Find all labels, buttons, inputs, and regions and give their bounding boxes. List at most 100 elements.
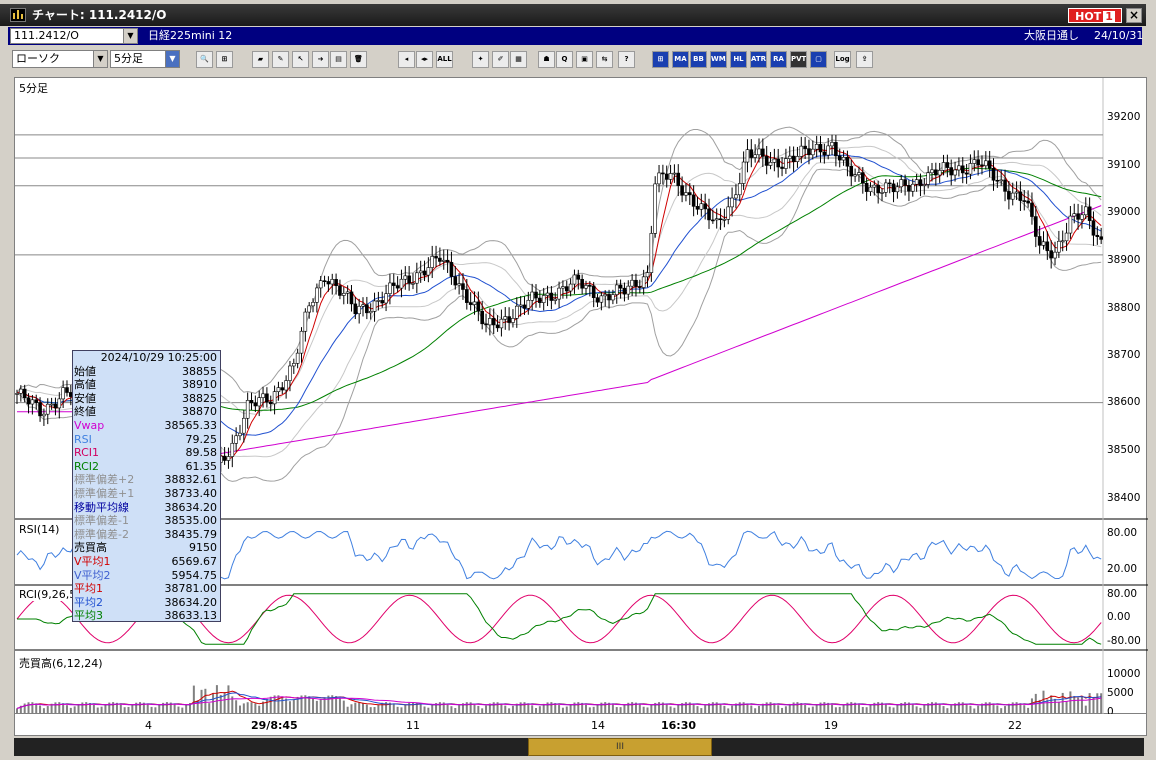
- box-icon[interactable]: ▢: [810, 51, 827, 68]
- volume-bar: [719, 703, 722, 714]
- volume-bar: [865, 707, 868, 714]
- arrow-icon[interactable]: ➜: [312, 51, 329, 68]
- help-icon[interactable]: ?: [618, 51, 635, 68]
- candle-body: [1064, 232, 1069, 242]
- export-icon[interactable]: ⇪: [856, 51, 873, 68]
- tooltip-key: 平均3: [74, 609, 103, 623]
- candle-body: [749, 149, 754, 158]
- volume-bar: [419, 704, 422, 714]
- tooltip-rows: 始値 38855 高値 38910 安値 38825 終値 38870 Vwap 38565.33…: [73, 365, 220, 623]
- ra-icon[interactable]: RA: [770, 51, 787, 68]
- bear-icon[interactable]: ☗: [538, 51, 555, 68]
- candle-body: [964, 172, 969, 175]
- time-scrollbar[interactable]: III: [14, 738, 1144, 756]
- candle-body: [803, 145, 807, 149]
- candle-body: [714, 218, 719, 221]
- volume-bar: [861, 706, 864, 714]
- candle-body: [649, 233, 654, 273]
- zoom-icon[interactable]: 🔍: [196, 51, 213, 68]
- y-tick-label: 5000: [1107, 687, 1134, 699]
- left-icon[interactable]: ◂: [398, 51, 415, 68]
- chevron-down-icon[interactable]: ▼: [165, 51, 179, 67]
- wma-icon[interactable]: WMA: [710, 51, 727, 68]
- erase-icon[interactable]: ✎: [272, 51, 289, 68]
- tooltip-value: 38910: [182, 378, 217, 392]
- candle-body: [984, 160, 988, 167]
- center-icon[interactable]: ◂▸: [416, 51, 433, 68]
- candle-body: [668, 173, 673, 180]
- title-bar[interactable]: チャート: 111.2412/O HOT 1 ×: [0, 4, 1146, 26]
- candle-body: [307, 305, 311, 313]
- candle-body: [580, 279, 584, 289]
- volume-bar: [258, 705, 261, 714]
- candle-body: [622, 287, 627, 295]
- atr-icon[interactable]: ATR: [750, 51, 767, 68]
- pointer-icon[interactable]: ↖: [292, 51, 309, 68]
- candle-body: [934, 169, 938, 176]
- hl-icon[interactable]: HL: [730, 51, 747, 68]
- candle-body: [1037, 236, 1042, 246]
- candle-body: [30, 399, 35, 405]
- cursor-icon[interactable]: ⊞: [216, 51, 233, 68]
- candle-body: [1014, 191, 1019, 194]
- tooltip-value: 38855: [182, 364, 217, 378]
- tooltip-value: 38832.61: [164, 473, 218, 487]
- candle-body: [687, 192, 692, 196]
- close-icon[interactable]: ×: [1126, 8, 1142, 23]
- ma-table-icon[interactable]: ⊞: [652, 51, 669, 68]
- volume-bar: [158, 704, 161, 714]
- candle-body: [722, 218, 727, 221]
- candle-body: [468, 302, 473, 305]
- settings-icon[interactable]: ✦: [472, 51, 489, 68]
- volume-bar: [292, 699, 295, 714]
- tooltip-key: 高値: [74, 378, 96, 392]
- tooltip-value: 38870: [182, 405, 217, 419]
- candle-body: [26, 397, 31, 405]
- tooltip-row: 平均2 38634.20: [73, 596, 220, 610]
- chart-type-select[interactable]: ローソク ▼: [12, 50, 108, 68]
- volume-bar: [542, 703, 545, 714]
- pvt-icon[interactable]: PVT: [790, 51, 807, 68]
- color-icon[interactable]: ✐: [492, 51, 509, 68]
- palette-icon[interactable]: ▦: [510, 51, 527, 68]
- search-icon[interactable]: Q: [556, 51, 573, 68]
- volume-bar: [446, 703, 449, 714]
- bb-icon[interactable]: BB: [690, 51, 707, 68]
- scroll-thumb[interactable]: III: [528, 738, 712, 756]
- symbol-select[interactable]: 111.2412/O ▼: [10, 28, 138, 44]
- candle-body: [876, 184, 880, 194]
- candle-body: [557, 287, 561, 300]
- volume-bar: [977, 705, 980, 714]
- tooltip-value: 61.35: [185, 459, 218, 473]
- volume-bar: [246, 702, 249, 714]
- candle-body: [995, 179, 1000, 182]
- volume-bar: [811, 706, 814, 714]
- x-tick-label: 11: [406, 719, 420, 732]
- window-title: チャート: 111.2412/O: [32, 8, 167, 22]
- volume-bar: [704, 705, 707, 714]
- chevron-down-icon[interactable]: ▼: [93, 51, 107, 67]
- tooltip-row: 標準偏差+1 38733.40: [73, 487, 220, 501]
- candle-body: [488, 318, 492, 326]
- delete-icon[interactable]: 🗑: [350, 51, 367, 68]
- volume-bar: [346, 706, 349, 714]
- period-select[interactable]: 5分足 ▼: [110, 50, 180, 68]
- volume-bar: [831, 704, 834, 714]
- hot-button[interactable]: HOT 1: [1068, 8, 1122, 23]
- candle-body: [634, 279, 638, 287]
- candle-body: [903, 179, 907, 186]
- volume-bar: [692, 703, 695, 714]
- image-icon[interactable]: ▣: [576, 51, 593, 68]
- draw-line-icon[interactable]: ▰: [252, 51, 269, 68]
- volume-bar: [265, 698, 268, 714]
- log-icon[interactable]: Log: [834, 51, 851, 68]
- chevron-down-icon[interactable]: ▼: [123, 29, 137, 43]
- volume-bar: [650, 704, 653, 714]
- candle-body: [430, 256, 435, 268]
- candle-body: [1045, 241, 1050, 251]
- save-icon[interactable]: ▤: [330, 51, 347, 68]
- all-icon[interactable]: ALL: [436, 51, 453, 68]
- candle-body: [42, 413, 46, 417]
- ma-icon[interactable]: MA: [672, 51, 689, 68]
- rgb-icon[interactable]: ⇆: [596, 51, 613, 68]
